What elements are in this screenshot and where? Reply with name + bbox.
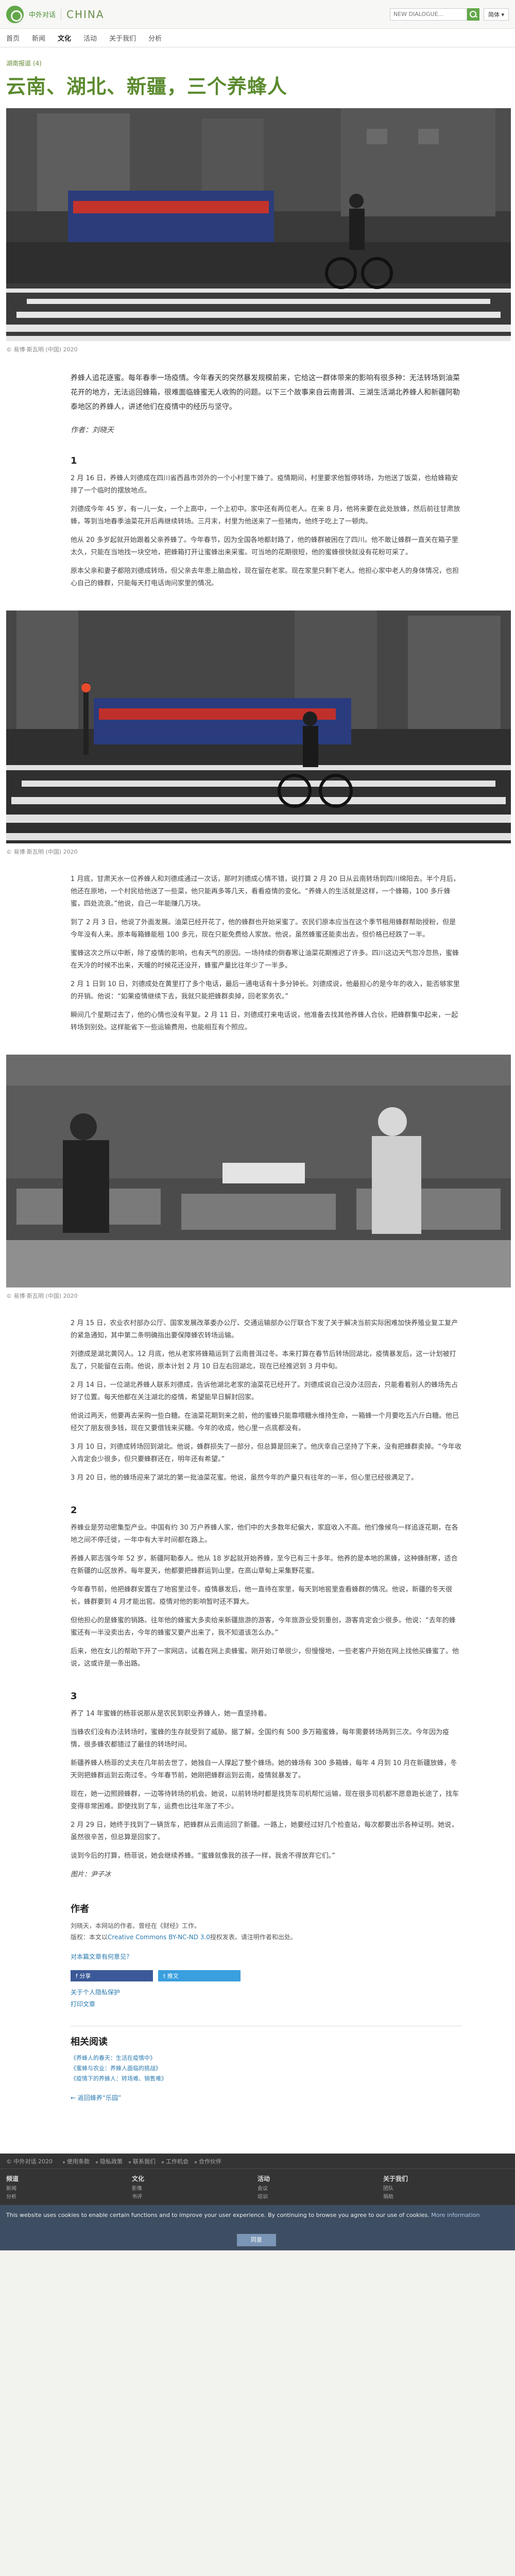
section-number: 2 [71,1505,77,1516]
article-lead: 养蜂人追花逐蜜。每年春季一场疫情。今年春天的突然暴发规模前来，它给这一群体带来的… [71,374,460,411]
paragraph: 当蜂农们没有办法转场时，蜜蜂的生存就受到了威胁。据了解，全国约有 500 多万箱… [71,1728,450,1749]
nav-item-about[interactable]: 关于我们 [109,33,136,43]
search-input[interactable] [389,8,467,21]
footer-link[interactable]: 工作机会 [162,2157,188,2165]
nav-item-events[interactable]: 活动 [83,33,97,43]
paragraph: 3 月 10 日，刘德成转场回到湖北。他说，蜂群损失了一部分，但总算是回来了。他… [71,1443,461,1463]
author-bio: 刘晓天，本网站的作者。曾经在《财经》工作。 [71,1922,201,1929]
paragraph: 但他担心的是蜂蜜的销路。往年他的蜂蜜大多卖给来新疆旅游的游客，今年旅游业受到重创… [71,1617,456,1637]
copyright: © 中外对话 2020 [6,2158,53,2165]
related-item[interactable]: 《蜜蜂与农业：养蜂人面临的挑战》 [71,2063,462,2074]
paragraph: 3 月 20 日，他的蜂场迎来了湖北的第一批油菜花蜜。他说，虽然今年的产量只有往… [71,1474,418,1482]
license-suffix: 授权发表。请注明作者和出处。 [210,1934,297,1941]
related-heading: 相关阅读 [71,2037,108,2047]
paragraph: 蜜蜂这次之所以中断，除了疫情的影响，也有天气的原因。一场持续的倒春寒让油菜花期推… [71,950,459,970]
related-reading: 相关阅读 《养蜂人的春天：生活在疫情中》 《蜜蜂与农业：养蜂人面临的挑战》 《疫… [71,2026,462,2084]
paragraph: 刘德成今年 45 岁，有一儿一女，一个上高中，一个上初中。家中还有两位老人。在来… [71,505,460,526]
privacy-link[interactable]: 关于个人隐私保护 [71,1988,509,1996]
paragraph: 现在，她一边照顾蜂群，一边等待转场的机会。她说，以前转场时都是找货车司机帮忙运输… [71,1790,459,1810]
cookie-more-link[interactable]: More information [431,2212,479,2218]
site-footer: © 中外对话 2020 使用条款 隐私政策 联系我们 工作机会 合作伙伴 频道 … [0,2154,515,2250]
site-logo-icon[interactable] [6,5,24,23]
paragraph: 2 月 16 日，养蜂人刘德成在四川省西昌市郊外的一个小村里下蜂了。疫情期间，村… [71,474,458,495]
feedback-link[interactable]: 对本篇文章有何意见？ [71,1952,462,1961]
article-category[interactable]: 湖南报道 (4) [6,47,509,67]
section-number: 1 [71,455,77,466]
paragraph: 2 月 29 日，她终于找到了一辆货车，把蜂群从云南运回了新疆。一路上，她要经过… [71,1821,458,1841]
twitter-share-button[interactable]: t 推文 [158,1970,241,1981]
author-heading: 作者 [71,1904,89,1914]
photo-hospital-ward [6,1055,511,1287]
language-select[interactable]: 简体 ▾ [483,8,509,21]
photo-caption: © 易博·斯瓦明 (中国) 2020 [6,849,78,855]
paragraph: 后来，他在女儿的帮助下开了一家网店，试着在网上卖蜂蜜。刚开始订单很少，但慢慢地，… [71,1648,459,1668]
paragraph: 养了 14 年蜜蜂的杨菲说那从是农民到职业养蜂人，她一直坚持着。 [71,1710,271,1718]
article: 湖南报道 (4) 云南、湖北、新疆，三个养蜂人 © 易博·斯瓦明 (中国) 20… [0,47,515,2154]
article-title: 云南、湖北、新疆，三个养蜂人 [6,75,288,98]
footer-column: 文化 影像 书评 [132,2175,145,2200]
photo-credit: 图片：尹子冰 [71,1871,111,1878]
paragraph: 养蜂业是劳动密集型产业。中国有约 30 万户养蜂人家，他们中的大多数年纪偏大，家… [71,1524,458,1544]
section-number: 3 [71,1691,77,1702]
footer-link[interactable]: 使用条款 [63,2157,90,2165]
facebook-share-button[interactable]: f 分享 [71,1970,153,1981]
footer-links: © 中外对话 2020 使用条款 隐私政策 联系我们 工作机会 合作伙伴 [0,2154,515,2169]
share-bar: f 分享 t 推文 [71,1970,509,1981]
paragraph: 养蜂人郭志强今年 52 岁，新疆阿勒泰人。他从 18 岁起就开始养蜂，至今已有三… [71,1555,458,1575]
footer-column: 频道 新闻 分析 [6,2175,19,2200]
nav-item-home[interactable]: 首页 [6,33,20,43]
brand-title[interactable]: CHINA [66,8,105,21]
paragraph: 他说过两天，他要再去采购一些白糖。在油菜花期到来之前，他的蜜蜂只能靠喂糖水维持生… [71,1412,459,1432]
paragraph: 他从 20 多岁起就开始跟着父亲养蜂了。今年春节，因为全国各地都封路了，他的蜂群… [71,536,458,556]
license-link[interactable]: Creative Commons BY-NC-ND 3.0 [108,1934,210,1941]
footer-column: 活动 会议 培训 [258,2175,270,2200]
search-area: 简体 ▾ [389,8,509,21]
related-item[interactable]: 《养蜂人的春天：生活在疫情中》 [71,2053,462,2063]
footer-column: 关于我们 团队 捐助 [383,2175,408,2200]
print-link[interactable]: 打印文章 [71,1999,509,2008]
paragraph: 1 月底，甘肃天水一位养蜂人和刘德成通过一次话，那时刘德成心情不错，说打算 2 … [71,875,460,908]
photo-street-banner [6,108,511,341]
paragraph: 谈到今后的打算，杨菲说，她会继续养蜂。“蜜蜂就像我的孩子一样，我舍不得放弃它们。… [71,1852,335,1860]
top-bar: 中外对话 CHINA 简体 ▾ [0,0,515,29]
paragraph: 2 月 14 日，一位湖北养蜂人联系刘德成，告诉他湖北老家的油菜花已经开了。刘德… [71,1381,458,1401]
paragraph: 新疆养蜂人杨菲的丈夫在几年前去世了，她独自一人撑起了整个蜂场。她的蜂场有 300… [71,1759,457,1780]
nav-item-analysis[interactable]: 分析 [148,33,162,43]
search-icon[interactable] [467,8,479,21]
paragraph: 到了 2 月 3 日，他说了外面发展。油菜已经开花了，他的蜂群也开始采蜜了。农民… [71,919,456,939]
footer-link[interactable]: 联系我们 [129,2157,156,2165]
main-nav: 首页 新闻 文化 活动 关于我们 分析 [0,29,515,47]
license-prefix: 版权：本文以 [71,1934,108,1941]
nav-item-news[interactable]: 新闻 [32,33,45,43]
paragraph: 今年春节前，他把蜂群安置在了地窖里过冬。疫情暴发后，他一直待在家里，每天到地窖里… [71,1586,453,1606]
footer-link[interactable]: 隐私政策 [96,2157,123,2165]
license-text: 版权：本文以Creative Commons BY-NC-ND 3.0授权发表。… [71,1931,462,1943]
paragraph: 瞬间几个星期过去了，他的心情也没有平复。2 月 11 日，刘德成打来电话说，他准… [71,1011,458,1031]
site-name[interactable]: 中外对话 [29,9,56,19]
photo-caption: © 易博·斯瓦明 (中国) 2020 [6,346,78,353]
footer-columns: 频道 新闻 分析 文化 影像 书评 活动 会议 培训 关于我们 团队 捐助 [0,2169,515,2201]
paragraph: 刘德成是湖北黄冈人。12 月底，他从老家将蜂箱运到了云南普洱过冬。本来打算在春节… [71,1350,456,1370]
back-link[interactable]: ← 返回蜂养“乐园” [71,2093,509,2102]
author-line: 作者：刘晓天 [71,426,114,434]
related-item[interactable]: 《疫情下的养蜂人：转场难、销售难》 [71,2074,462,2084]
cookie-text: This website uses cookies to enable cert… [6,2212,430,2218]
photo-cyclist [6,611,511,843]
nav-item-culture[interactable]: 文化 [58,33,71,43]
footer-link[interactable]: 合作伙伴 [195,2157,221,2165]
paragraph: 2 月 15 日，农业农村部办公厅、国家发展改革委办公厅、交通运输部办公厅联合下… [71,1319,458,1340]
paragraph: 原本父亲和妻子都陪刘德成转场，但父亲去年患上脑血栓，现在留在老家。现在家里只剩下… [71,567,459,587]
paragraph: 2 月 1 日到 10 日，刘德成处在黄里打了多个电话，最后一通电话有十多分钟长… [71,980,460,1001]
author-box: 作者 刘晓天，本网站的作者。曾经在《财经》工作。 版权：本文以Creative … [71,1902,462,1961]
cookie-banner: This website uses cookies to enable cert… [0,2205,515,2250]
cookie-accept-button[interactable]: 同意 [237,2234,276,2246]
photo-caption: © 易博·斯瓦明 (中国) 2020 [6,1293,78,1299]
